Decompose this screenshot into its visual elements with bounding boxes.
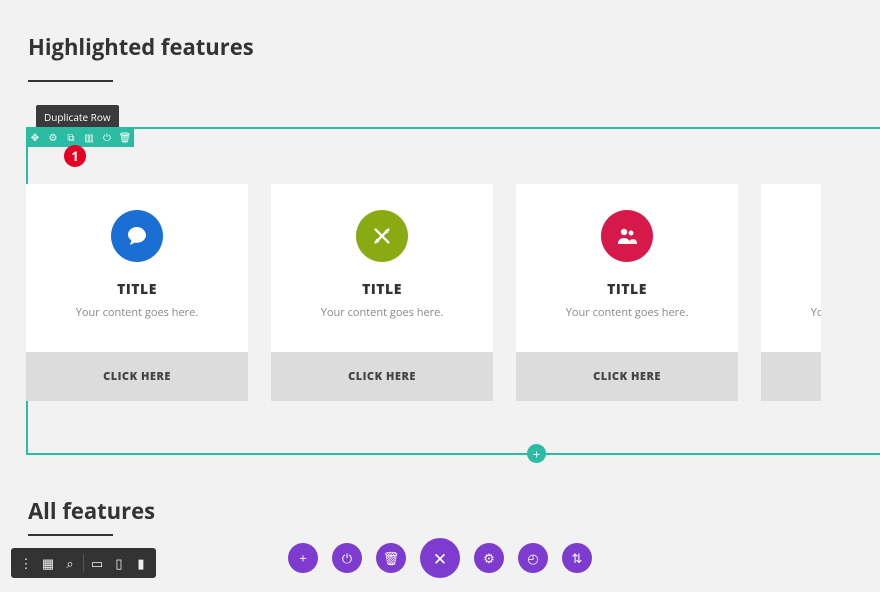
- card-title: TITLE: [26, 280, 248, 299]
- tablet-view-button[interactable]: ▯: [108, 548, 130, 578]
- row-move-handle[interactable]: ✥: [26, 127, 44, 147]
- page-settings-button[interactable]: ⚙: [474, 543, 504, 573]
- feature-card: TITLE Your content goes here. CLICK HERE: [26, 184, 248, 401]
- card-button[interactable]: CLICK HERE: [271, 352, 493, 401]
- row-toolbar: ✥ ⚙ ⧉ ▥ ⏻ 🗑: [26, 127, 134, 147]
- card-title: TITLE: [271, 280, 493, 299]
- card-title: TITLE: [516, 280, 738, 299]
- trash-button[interactable]: 🗑: [376, 543, 406, 573]
- wireframe-view-button[interactable]: ▦: [37, 548, 59, 578]
- feature-card: TITLE Your content goes here. CLICK HERE: [271, 184, 493, 401]
- add-row-button[interactable]: +: [527, 444, 546, 463]
- device-toolbar: ⋮ ▦ ⌕ ▭ ▯ ▮: [11, 548, 156, 578]
- builder-action-bar: + ⏻ 🗑 ✕ ⚙ ◴ ⇅: [288, 538, 592, 578]
- feature-card-partial: TITLE Your content goes here. CLICK HERE: [761, 184, 821, 401]
- history-button[interactable]: ◴: [518, 543, 548, 573]
- card-subtitle: Your content goes here.: [516, 305, 738, 320]
- desktop-view-button[interactable]: ▭: [86, 548, 108, 578]
- row-delete-button[interactable]: 🗑: [116, 127, 134, 147]
- power-button[interactable]: ⏻: [332, 543, 362, 573]
- highlighted-features-heading: Highlighted features: [0, 0, 880, 62]
- row-tooltip: Duplicate Row: [36, 105, 119, 129]
- heading-divider: [28, 80, 113, 82]
- card-subtitle: Your content goes here.: [26, 305, 248, 320]
- all-features-heading: All features: [0, 460, 155, 526]
- heading-divider: [28, 534, 113, 536]
- phone-view-button[interactable]: ▮: [130, 548, 152, 578]
- row-save-button[interactable]: ⏻: [98, 127, 116, 147]
- step-callout-1: 1: [64, 145, 86, 167]
- close-button[interactable]: ✕: [420, 538, 460, 578]
- feature-card: TITLE Your content goes here. CLICK HERE: [516, 184, 738, 401]
- swap-button[interactable]: ⇅: [562, 543, 592, 573]
- row-settings-button[interactable]: ⚙: [44, 127, 62, 147]
- row-columns-button[interactable]: ▥: [80, 127, 98, 147]
- card-row: TITLE Your content goes here. CLICK HERE…: [26, 184, 821, 401]
- card-button[interactable]: CLICK HERE: [516, 352, 738, 401]
- card-subtitle: Your content goes here.: [761, 305, 821, 320]
- drag-handle-icon[interactable]: ⋮: [15, 548, 37, 578]
- tools-icon: [356, 210, 408, 262]
- zoom-button[interactable]: ⌕: [59, 548, 81, 578]
- card-subtitle: Your content goes here.: [271, 305, 493, 320]
- row-duplicate-button[interactable]: ⧉: [62, 127, 80, 147]
- add-module-button[interactable]: +: [288, 543, 318, 573]
- card-button[interactable]: CLICK HERE: [26, 352, 248, 401]
- card-button[interactable]: CLICK HERE: [761, 352, 821, 401]
- row-selection[interactable]: Duplicate Row ✥ ⚙ ⧉ ▥ ⏻ 🗑 1 TITLE Your c…: [26, 127, 880, 455]
- chat-icon: [111, 210, 163, 262]
- users-icon: [601, 210, 653, 262]
